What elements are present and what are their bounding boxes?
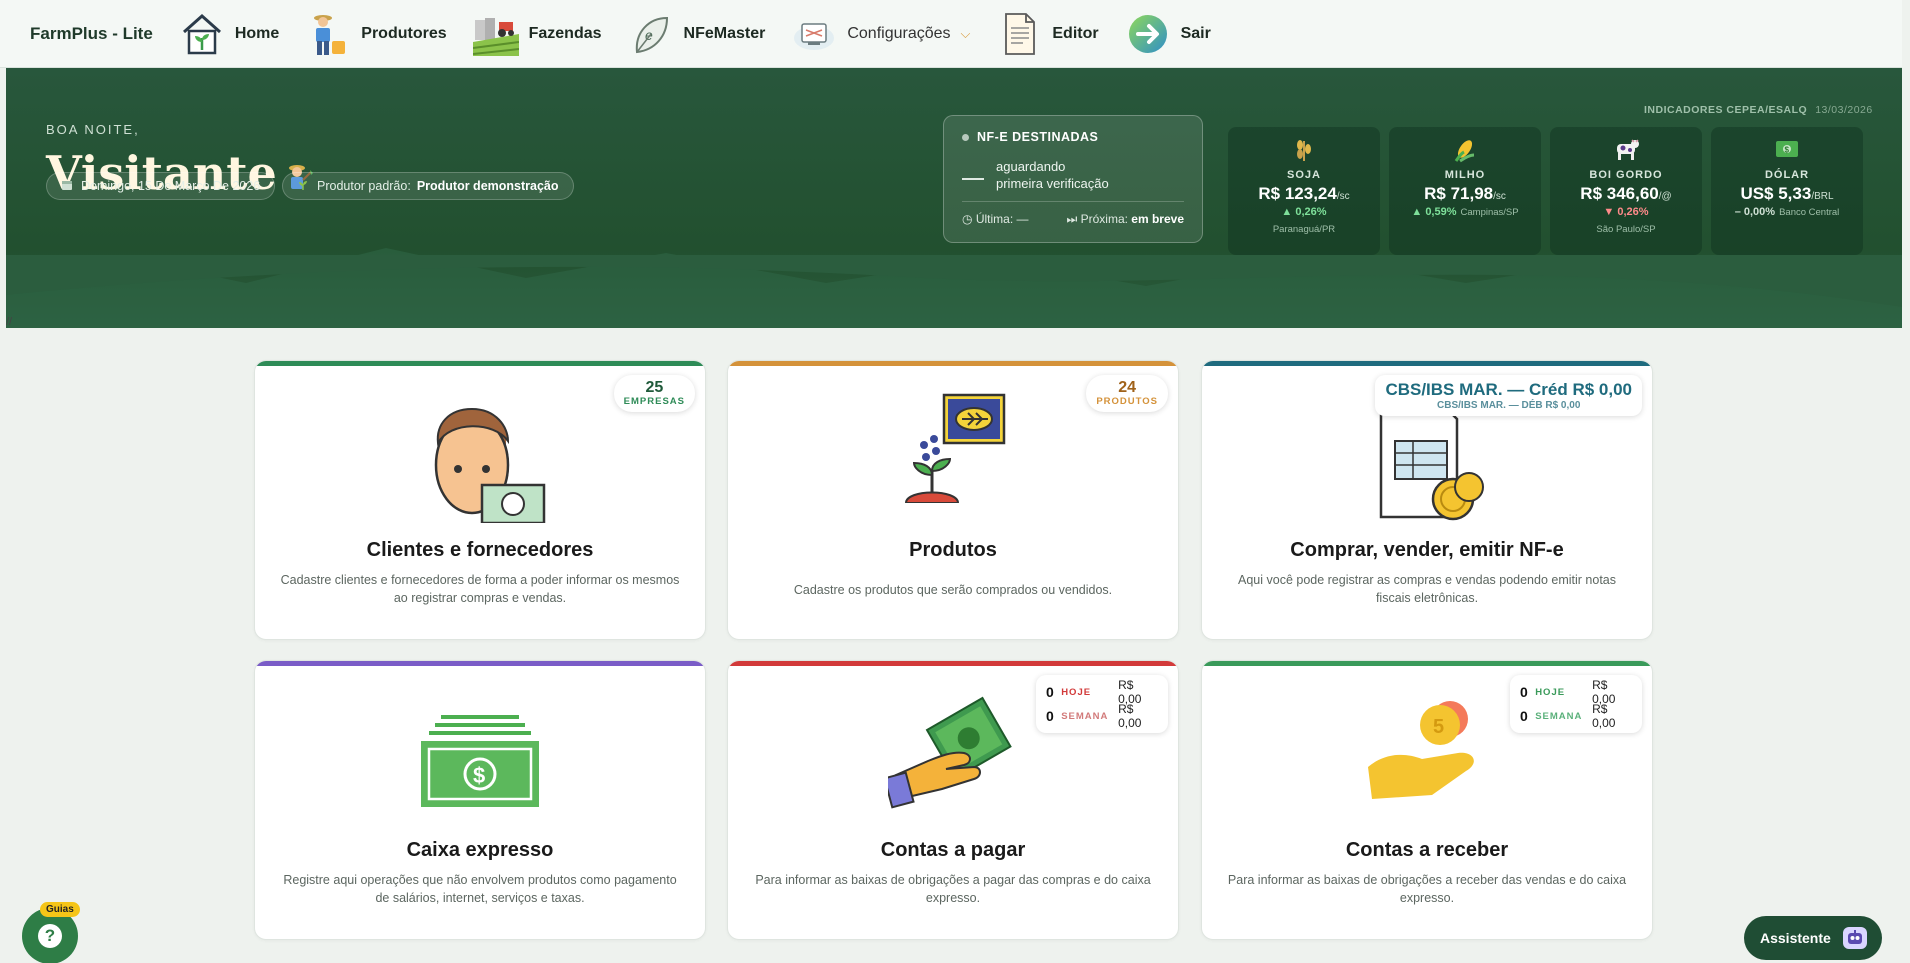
- nfe-leaf-icon: e: [628, 11, 674, 57]
- corn-icon: [1389, 137, 1541, 163]
- assistant-button[interactable]: Assistente: [1744, 916, 1882, 960]
- card-description: Registre aqui operações que não envolvem…: [283, 873, 677, 905]
- skip-forward-icon: ⏭: [1066, 212, 1078, 226]
- payables-today-row: 0 HOJE R$ 0,00: [1046, 678, 1142, 706]
- nfe-next: ⏭ Próxima: em breve: [1066, 212, 1184, 226]
- indicator-dolar[interactable]: $ DÓLAR US$ 5,33/BRL – 0,00% Banco Centra…: [1711, 127, 1863, 255]
- receivables-week-row: 0 SEMANA R$ 0,00: [1520, 702, 1616, 730]
- calendar-icon: [61, 179, 73, 194]
- house-plant-icon: [179, 11, 225, 57]
- producer-value: Produtor demonstração: [416, 179, 559, 193]
- guias-badge[interactable]: Guias: [40, 902, 80, 917]
- indicator-milho[interactable]: MILHO R$ 71,98/sc ▲ 0,59% Campinas/SP: [1389, 127, 1541, 255]
- card-title: Contas a pagar: [880, 839, 1026, 861]
- nav-configuracoes-label: Configurações: [847, 24, 951, 42]
- card-produtos[interactable]: 24 PRODUTOS Produtos Cadastre os produto…: [727, 360, 1179, 640]
- card-contas-pagar[interactable]: 0 HOJE R$ 0,00 0 SEMANA R$ 0,00 Contas a pag…: [727, 660, 1179, 940]
- indicators-header: INDICADORES CEPEA/ESALQ 13/03/2026: [1644, 104, 1873, 116]
- card-description: Para informar as baixas de obrigações a …: [755, 873, 1151, 905]
- card-title: Contas a receber: [1345, 839, 1509, 861]
- card-title: Clientes e fornecedores: [366, 539, 594, 561]
- nfe-divider: [962, 201, 1184, 202]
- nfe-title: NF-E DESTINADAS: [962, 130, 1184, 144]
- nfe-footer: ◷ Última: — ⏭ Próxima: em breve: [962, 212, 1184, 227]
- svg-text:5: 5: [1433, 716, 1444, 738]
- card-accent: [1202, 361, 1652, 366]
- person-money-icon: [255, 391, 705, 523]
- card-caixa-expresso[interactable]: $ Caixa expresso Registre aqui operações…: [254, 660, 706, 940]
- clock-icon: ◷: [962, 212, 973, 226]
- card-title: Comprar, vender, emitir NF-e: [1290, 539, 1564, 561]
- question-icon: ?: [38, 924, 62, 948]
- payables-week-row: 0 SEMANA R$ 0,00: [1046, 702, 1142, 730]
- nav-editor[interactable]: Editor: [996, 11, 1099, 57]
- date-text: Domingo, 15 De Março De 2026: [81, 179, 261, 193]
- receivables-summary: 0 HOJE R$ 0,00 0 SEMANA R$ 0,00: [1510, 675, 1642, 733]
- hero-wave: [6, 255, 1902, 307]
- assistant-label: Assistente: [1760, 930, 1831, 946]
- nav-sair[interactable]: Sair: [1125, 11, 1211, 57]
- card-description: Cadastre os produtos que serão comprados…: [793, 583, 1113, 597]
- exit-arrow-icon: [1125, 11, 1171, 57]
- svg-text:$: $: [473, 763, 485, 788]
- nfe-destinadas-panel[interactable]: NF-E DESTINADAS aguardando primeira veri…: [943, 115, 1203, 243]
- document-icon: [996, 11, 1042, 57]
- cbs-ibs-badge: CBS/IBS MAR. — Créd R$ 0,00 CBS/IBS MAR.…: [1375, 375, 1642, 416]
- nfe-status: aguardando primeira verificação: [996, 159, 1109, 191]
- farm-tractor-icon: [472, 11, 519, 57]
- farmer-icon: [305, 11, 351, 57]
- card-title: Produtos: [909, 539, 997, 561]
- nav-produtores[interactable]: Produtores: [305, 11, 447, 57]
- card-accent: [728, 661, 1178, 666]
- svg-text:$: $: [1785, 146, 1790, 155]
- settings-monitor-icon: [791, 11, 837, 57]
- chevron-down-icon[interactable]: ⌵: [961, 26, 971, 42]
- cow-icon: [1550, 137, 1702, 163]
- status-dot-icon: [962, 133, 969, 141]
- card-description: Aqui você pode registrar as compras e ve…: [1238, 573, 1616, 605]
- stray-text: //: [6, 316, 13, 328]
- nav-fazendas[interactable]: Fazendas: [472, 11, 602, 57]
- card-accent: [255, 361, 705, 366]
- soy-icon: [1228, 137, 1380, 163]
- indicator-soja[interactable]: SOJA R$ 123,24/sc ▲ 0,26% Paranaguá/PR: [1228, 127, 1380, 255]
- card-contas-receber[interactable]: 5 0 HOJE R$ 0,00 0 SEMANA R$ 0,00 Contas a r…: [1201, 660, 1653, 940]
- nav-home[interactable]: Home: [179, 11, 279, 57]
- greeting-label: BOA NOITE,: [46, 122, 140, 137]
- nfe-dash: [962, 178, 984, 180]
- seed-package-plant-icon: [728, 391, 1178, 523]
- date-pill: Domingo, 15 De Março De 2026: [46, 172, 276, 200]
- card-accent: [1202, 661, 1652, 666]
- nav-configuracoes[interactable]: Configurações ⌵: [791, 11, 970, 57]
- producer-label: Produtor padrão:: [317, 179, 411, 193]
- indicator-boi-gordo[interactable]: BOI GORDO R$ 346,60/@ ▼ 0,26% São Paulo/…: [1550, 127, 1702, 255]
- nav-sair-label: Sair: [1180, 24, 1211, 42]
- card-description: Para informar as baixas de obrigações a …: [1227, 873, 1627, 905]
- card-title: Caixa expresso: [406, 839, 554, 861]
- card-clientes-fornecedores[interactable]: 25 EMPRESAS Clientes e fornecedores Cada…: [254, 360, 706, 640]
- card-comprar-vender-nfe[interactable]: CBS/IBS MAR. — Créd R$ 0,00 CBS/IBS MAR.…: [1201, 360, 1653, 640]
- nav-nfemaster[interactable]: e NFeMaster: [628, 11, 766, 57]
- dollar-bill-icon: $: [1711, 137, 1863, 163]
- receivables-today-row: 0 HOJE R$ 0,00: [1520, 678, 1616, 706]
- top-navbar: FarmPlus - Lite Home Produtores Fazendas…: [0, 0, 1902, 68]
- nav-home-label: Home: [234, 24, 280, 42]
- nfe-last: ◷ Última: —: [962, 212, 1029, 226]
- nav-editor-label: Editor: [1052, 24, 1099, 42]
- card-description: Cadastre clientes e fornecedores de form…: [280, 573, 680, 605]
- payables-summary: 0 HOJE R$ 0,00 0 SEMANA R$ 0,00: [1036, 675, 1168, 733]
- robot-icon: [1842, 927, 1867, 949]
- nav-fazendas-label: Fazendas: [528, 24, 602, 42]
- sprout-icon: [297, 179, 309, 194]
- brand-name[interactable]: FarmPlus - Lite: [30, 24, 153, 44]
- nav-nfemaster-label: NFeMaster: [683, 24, 766, 42]
- cash-stack-icon: $: [255, 691, 705, 823]
- card-accent: [728, 361, 1178, 366]
- nav-produtores-label: Produtores: [361, 24, 447, 42]
- card-accent: [255, 661, 705, 666]
- producer-pill[interactable]: Produtor padrão: Produtor demonstração: [282, 172, 574, 200]
